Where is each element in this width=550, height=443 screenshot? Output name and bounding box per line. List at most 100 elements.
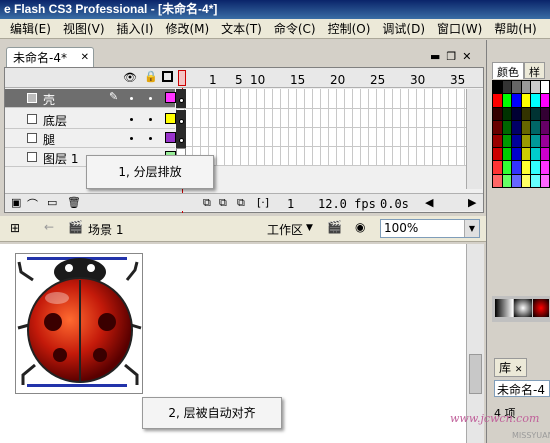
color-swatch[interactable] [502,134,511,147]
menu-debug[interactable]: 调试(D) [376,20,431,37]
color-swatch[interactable] [521,147,530,161]
layer-color-swatch[interactable] [165,92,176,103]
color-swatch[interactable] [531,134,540,147]
layer-name[interactable]: 壳 [43,91,55,108]
color-swatch[interactable] [521,134,530,147]
color-swatch[interactable] [531,94,540,107]
visibility-dot[interactable] [130,137,133,140]
eye-icon[interactable]: 👁 [123,71,137,84]
color-swatch[interactable] [521,81,530,94]
color-swatch[interactable] [493,147,502,161]
edit-symbol-icon[interactable]: ◉ [355,220,365,234]
edit-scene-icon[interactable]: 🎬 [327,220,342,234]
close-icon[interactable]: ✕ [462,50,471,63]
color-swatch[interactable] [493,81,502,94]
color-swatch[interactable] [493,161,502,174]
color-swatch[interactable] [540,107,549,121]
lock-dot[interactable] [149,118,152,121]
zoom-select[interactable]: 100% ▼ [380,219,480,238]
menu-insert[interactable]: 插入(I) [111,20,160,37]
menu-modify[interactable]: 修改(M) [159,20,215,37]
layer-row-base[interactable]: 底层 [5,110,176,129]
tab-color[interactable]: 颜色 [492,62,524,79]
menu-help[interactable]: 帮助(H) [488,20,542,37]
color-swatch[interactable] [493,121,502,134]
color-swatch[interactable] [521,107,530,121]
color-swatch[interactable] [531,147,540,161]
keyframe[interactable] [176,89,186,108]
menu-view[interactable]: 视图(V) [57,20,111,37]
color-swatch[interactable] [531,161,540,174]
gradient-swatches[interactable] [492,296,550,322]
add-guide-icon[interactable]: ⌒ [27,196,38,212]
layer-color-swatch[interactable] [165,132,176,143]
menu-commands[interactable]: 命令(C) [268,20,322,37]
color-swatch[interactable] [512,107,521,121]
scroll-thumb[interactable] [469,354,482,394]
color-swatch[interactable] [521,121,530,134]
onion-skin-icon[interactable]: ⧉ [203,196,211,210]
color-swatch[interactable] [502,81,511,94]
layer-name[interactable]: 底层 [43,112,67,129]
color-swatch[interactable] [512,147,521,161]
color-swatch[interactable] [531,174,540,187]
color-swatch[interactable] [512,94,521,107]
color-swatch[interactable] [540,121,549,134]
tab-swatches[interactable]: 样 [524,62,545,79]
color-swatch[interactable] [493,107,502,121]
menu-edit[interactable]: 编辑(E) [8,20,57,37]
menu-text[interactable]: 文本(T) [215,20,268,37]
color-swatch[interactable] [531,121,540,134]
trash-icon[interactable]: 🗑 [67,196,81,209]
chevron-down-icon[interactable]: ▼ [464,220,479,237]
color-swatch[interactable] [531,81,540,94]
onion-outline-icon[interactable]: ⧉ [219,196,227,210]
playhead[interactable] [178,70,186,86]
color-swatch[interactable] [502,121,511,134]
scroll-left-icon[interactable]: ◀ [425,196,433,209]
layer-name[interactable]: 腿 [43,131,55,148]
keyframe[interactable] [176,110,186,129]
layer-color-swatch[interactable] [165,113,176,124]
color-swatch[interactable] [540,174,549,187]
restore-icon[interactable]: ❐ [446,50,456,63]
color-swatch[interactable] [512,81,521,94]
library-document-select[interactable]: 未命名-4 [494,380,550,397]
color-swatch[interactable] [512,121,521,134]
color-swatch[interactable] [493,174,502,187]
add-folder-icon[interactable]: ▭ [47,196,57,209]
lock-icon[interactable]: 🔒 [144,70,158,83]
visibility-dot[interactable] [130,97,133,100]
layer-name[interactable]: 图层 1 [43,150,78,167]
workspace-dropdown[interactable]: 工作区 [267,221,303,238]
library-tab[interactable]: 库 ✕ [494,358,528,377]
color-swatch[interactable] [540,161,549,174]
menu-control[interactable]: 控制(O) [322,20,377,37]
color-swatch[interactable] [521,161,530,174]
color-swatch[interactable] [540,81,549,94]
back-arrow-icon[interactable]: ← [44,220,54,234]
lock-dot[interactable] [149,137,152,140]
document-tab[interactable]: 未命名-4* ✕ [6,47,94,68]
swatch-grid[interactable] [492,80,550,188]
add-layer-icon[interactable]: ▣ [11,196,21,209]
menu-window[interactable]: 窗口(W) [431,20,488,37]
color-swatch[interactable] [502,161,511,174]
scene-label[interactable]: 场景 1 [88,221,123,238]
color-swatch[interactable] [502,107,511,121]
color-swatch[interactable] [512,174,521,187]
gradient-swatch[interactable] [495,299,513,317]
layer-row-shell[interactable]: 壳 ✎ [5,89,176,108]
keyframe[interactable] [176,129,186,148]
onion-markers-icon[interactable]: [·] [257,196,269,209]
visibility-dot[interactable] [130,118,133,121]
color-swatch[interactable] [540,147,549,161]
color-swatch[interactable] [502,174,511,187]
color-swatch[interactable] [540,134,549,147]
color-swatch[interactable] [512,134,521,147]
color-swatch[interactable] [502,94,511,107]
color-swatch[interactable] [521,174,530,187]
close-icon[interactable]: ✕ [81,48,89,68]
color-swatch[interactable] [502,147,511,161]
color-swatch[interactable] [493,134,502,147]
